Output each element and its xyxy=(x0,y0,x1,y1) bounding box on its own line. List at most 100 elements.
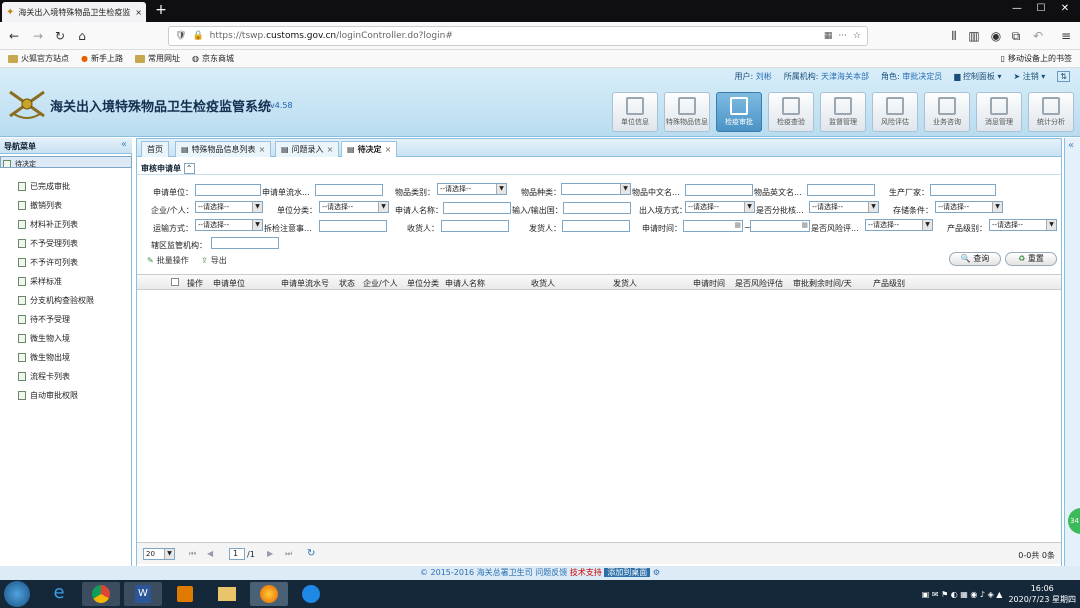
sidebar-toggle-icon[interactable]: ▥ xyxy=(966,28,982,44)
io-method-select[interactable]: --请选择-- ▼ xyxy=(685,201,755,213)
serial-no-input[interactable] xyxy=(315,184,383,196)
address-bar[interactable]: 🛡 🔒 https://tswp.customs.gov.cn/loginCon… xyxy=(168,26,868,46)
col-applicant-unit[interactable]: 申请单位 xyxy=(213,278,245,289)
unit-category-select[interactable]: --请选择-- ▼ xyxy=(319,201,389,213)
cn-name-input[interactable] xyxy=(685,184,753,196)
col-apply-time[interactable]: 申请时间 xyxy=(693,278,725,289)
sidebar-item-sampling[interactable]: 采样标准 xyxy=(0,270,132,289)
toolbar-special-items[interactable]: 特殊物品信息 xyxy=(664,92,710,132)
media-player-icon[interactable] xyxy=(166,582,204,606)
col-applicant-name[interactable]: 申请人名称 xyxy=(445,278,485,289)
prev-page-icon[interactable]: ◀ xyxy=(207,549,213,558)
product-level-select[interactable]: --请选择-- ▼ xyxy=(989,219,1057,231)
sidebar-item-flow-cards[interactable]: 流程卡列表 xyxy=(0,365,132,384)
col-status[interactable]: 状态 xyxy=(339,278,355,289)
close-window-icon[interactable]: ✕ xyxy=(1056,2,1074,16)
toolbar-messages[interactable]: 消息管理 xyxy=(976,92,1022,132)
reload-icon[interactable]: ↻ xyxy=(52,28,68,44)
ie-edge-icon[interactable] xyxy=(292,582,330,606)
bookmark-item[interactable]: 常用网址 xyxy=(134,53,180,64)
sidebar-item-completed[interactable]: 已完成审批 xyxy=(0,175,132,194)
applicant-unit-input[interactable] xyxy=(195,184,261,196)
item-type-select[interactable]: ▼ xyxy=(561,183,631,195)
close-icon[interactable]: × xyxy=(259,145,266,154)
extension-icon[interactable]: ⧉ xyxy=(1008,28,1024,44)
collapse-right-icon[interactable]: « xyxy=(1068,140,1074,151)
item-category-select[interactable]: --请选择-- ▼ xyxy=(437,183,507,195)
col-remaining-days[interactable]: 审批剩余时间/天 xyxy=(793,278,852,289)
sidebar-item-supplement[interactable]: 材料补正列表 xyxy=(0,213,132,232)
tab-special-items[interactable]: ▤ 特殊物品信息列表 × xyxy=(175,141,272,157)
sidebar-item-branch-permissions[interactable]: 分支机构查验权限 xyxy=(0,289,132,308)
select-all-checkbox[interactable] xyxy=(171,278,179,288)
tab-issue-entry[interactable]: ▤ 问题录入 × xyxy=(275,141,340,157)
manufacturer-input[interactable] xyxy=(930,184,996,196)
collapse-left-icon[interactable]: « xyxy=(121,139,127,150)
sidebar-item-microbe-export[interactable]: 微生物出境 xyxy=(0,346,132,365)
bookmark-item[interactable]: ● 新手上路 xyxy=(81,53,123,64)
file-explorer-icon[interactable] xyxy=(208,582,246,606)
col-consignor[interactable]: 发货人 xyxy=(613,278,637,289)
consignor-input[interactable] xyxy=(562,220,630,232)
home-icon[interactable]: ⌂ xyxy=(74,28,90,44)
refresh-icon[interactable]: ↻ xyxy=(307,548,315,559)
apply-time-end-input[interactable]: ▦ xyxy=(750,220,810,232)
io-country-input[interactable] xyxy=(563,202,631,214)
notes-input[interactable] xyxy=(319,220,387,232)
first-page-icon[interactable]: ⏮ xyxy=(189,549,196,559)
col-product-level[interactable]: 产品级别 xyxy=(873,278,905,289)
minimize-icon[interactable]: — xyxy=(1008,2,1026,16)
page-number-input[interactable]: 1 xyxy=(229,548,245,560)
word-icon[interactable]: W xyxy=(124,582,162,606)
sidebar-item-auto-approval[interactable]: 自动审批权限 xyxy=(0,384,132,403)
toolbar-supervision[interactable]: 监督管理 xyxy=(820,92,866,132)
gear-icon[interactable]: ⚙ xyxy=(653,568,660,577)
company-person-select[interactable]: --请选择-- ▼ xyxy=(195,201,263,213)
page-size-select[interactable]: 20 ▼ xyxy=(143,548,175,560)
tray-icons[interactable]: ▣ ✉ ⚑ ◐ ▦ ◉ ♪ ◈ ▲ xyxy=(922,589,1003,600)
col-consignee[interactable]: 收货人 xyxy=(531,278,555,289)
browser-tab[interactable]: ✦ 海关出入境特殊物品卫生检疫监管 × xyxy=(2,2,146,22)
ie-icon[interactable]: e xyxy=(40,582,78,606)
maximize-icon[interactable]: ☐ xyxy=(1032,2,1050,16)
account-icon[interactable]: ◉ xyxy=(988,28,1004,44)
library-icon[interactable]: ⫴ xyxy=(946,28,962,44)
tab-pending-decision[interactable]: ▤ 待决定 × xyxy=(341,141,398,157)
chrome-icon[interactable] xyxy=(82,582,120,606)
more-icon[interactable]: ··· xyxy=(838,31,847,41)
undo-icon[interactable]: ↶ xyxy=(1030,28,1046,44)
apply-time-start-input[interactable]: ▦ xyxy=(683,220,743,232)
add-to-desktop-button[interactable]: 添加到桌面 xyxy=(604,568,651,577)
risk-eval-select[interactable]: --请选择-- ▼ xyxy=(865,219,933,231)
feedback-link[interactable]: 问题反馈 xyxy=(535,568,567,577)
sidebar-item-not-permitted[interactable]: 不予许可列表 xyxy=(0,251,132,270)
sidebar-item-not-accepted[interactable]: 不予受理列表 xyxy=(0,232,132,251)
bookmark-item[interactable]: 火狐官方站点 xyxy=(8,53,69,64)
menu-icon[interactable]: ≡ xyxy=(1058,28,1074,44)
qr-icon[interactable]: ▦ xyxy=(824,31,833,41)
star-icon[interactable]: ☆ xyxy=(853,31,861,41)
tech-support-link[interactable]: 技术支持 xyxy=(570,568,602,577)
logout-button[interactable]: ➤ 注销 ▾ xyxy=(1013,71,1045,82)
applicant-name-input[interactable] xyxy=(443,202,511,214)
calendar-icon[interactable]: ▦ xyxy=(734,221,741,229)
en-name-input[interactable] xyxy=(807,184,875,196)
back-icon[interactable]: ← xyxy=(6,28,22,44)
reset-button[interactable]: ♻ 重置 xyxy=(1005,252,1057,266)
toolbar-quarantine-approval[interactable]: 检疫审批 xyxy=(716,92,762,132)
toolbar-unit-info[interactable]: 单位信息 xyxy=(612,92,658,132)
col-company-person[interactable]: 企业/个人 xyxy=(363,278,398,289)
sidebar-item-pending-decision[interactable]: 待决定 xyxy=(0,156,132,168)
mobile-bookmarks[interactable]: ▯ 移动设备上的书签 xyxy=(1001,53,1072,64)
transport-select[interactable]: --请选择-- ▼ xyxy=(195,219,263,231)
firefox-taskbar-icon[interactable] xyxy=(250,582,288,606)
toolbar-consulting[interactable]: 业务咨询 xyxy=(924,92,970,132)
sidebar-item-revoked[interactable]: 撤销列表 xyxy=(0,194,132,213)
calendar-icon[interactable]: ▦ xyxy=(801,221,808,229)
col-risk-eval[interactable]: 是否风险评估 xyxy=(735,278,783,289)
sidebar-item-pending-rejection[interactable]: 待不予受理 xyxy=(0,308,132,327)
export-button[interactable]: ⇪ 导出 xyxy=(201,255,227,266)
sidebar-item-microbe-import[interactable]: 微生物入境 xyxy=(0,327,132,346)
col-operation[interactable]: 操作 xyxy=(187,278,203,289)
query-button[interactable]: 🔍 查询 xyxy=(949,252,1001,266)
